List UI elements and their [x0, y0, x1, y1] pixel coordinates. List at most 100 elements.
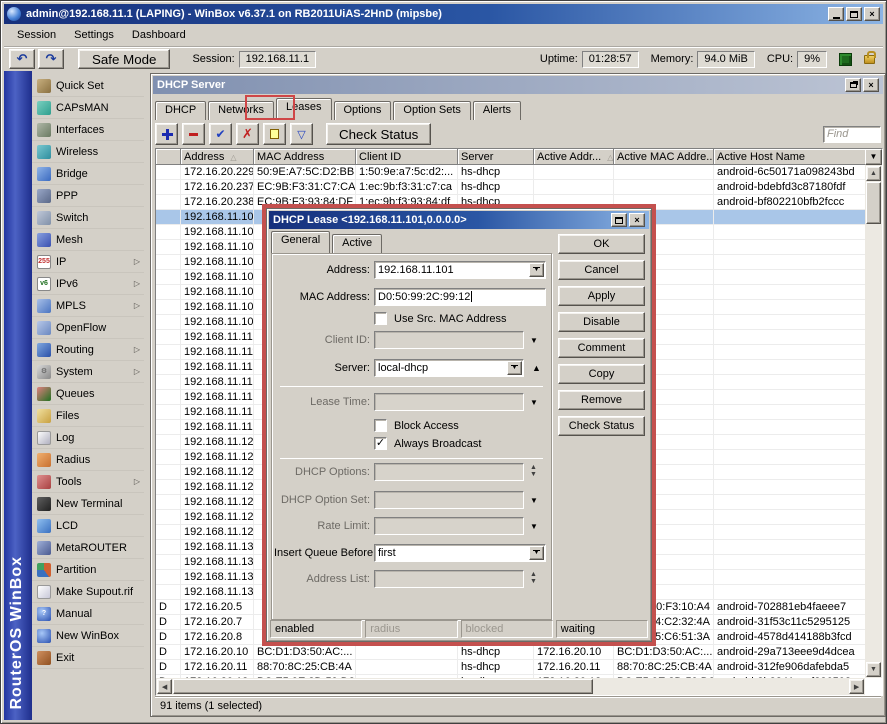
scroll-left-button[interactable]: ◀	[157, 679, 172, 694]
dialog-titlebar[interactable]: DHCP Lease <192.168.11.101,0.0.0.0> ×	[269, 211, 649, 229]
sidebar-item-ppp[interactable]: PPP	[32, 185, 144, 207]
minimize-button[interactable]	[828, 7, 844, 21]
column-header-active-addr[interactable]: Active Addr...△	[534, 149, 614, 165]
spinner-arrows-icon[interactable]: ▲▼	[530, 464, 537, 478]
menu-session[interactable]: Session	[8, 27, 65, 43]
column-picker-button[interactable]: ▼	[865, 149, 882, 165]
sidebar-item-new-winbox[interactable]: New WinBox	[32, 625, 144, 647]
dropdown-arrow-icon[interactable]: ▼	[530, 496, 538, 505]
maximize-button[interactable]	[846, 7, 862, 21]
table-row[interactable]: D172.16.20.10BC:D1:D3:50:AC:...hs-dhcp17…	[156, 645, 865, 660]
horizontal-scroll-thumb[interactable]	[173, 679, 593, 694]
check-status-toolbar-button[interactable]: Check Status	[326, 123, 431, 145]
sidebar-item-ipv6[interactable]: v6IPv6▷	[32, 273, 144, 295]
sidebar-item-queues[interactable]: Queues	[32, 383, 144, 405]
dialog-tab-general[interactable]: General	[271, 231, 330, 253]
sidebar-item-exit[interactable]: Exit	[32, 647, 144, 669]
table-row[interactable]: D172.16.20.1188:70:8C:25:CB:4Ahs-dhcp172…	[156, 660, 865, 675]
tab-options[interactable]: Options	[334, 101, 392, 120]
sidebar-item-ip[interactable]: 255IP▷	[32, 251, 144, 273]
sidebar-item-system[interactable]: ⚙System▷	[32, 361, 144, 383]
scroll-down-button[interactable]: ▼	[866, 662, 881, 677]
dialog-maximize-button[interactable]	[611, 213, 627, 227]
sidebar-item-tools[interactable]: Tools▷	[32, 471, 144, 493]
sidebar-item-manual[interactable]: ?Manual	[32, 603, 144, 625]
comment-button[interactable]: Comment	[558, 338, 645, 358]
column-header-address[interactable]: Address△	[181, 149, 254, 165]
address-input[interactable]: 192.168.11.101▼	[374, 261, 546, 279]
sidebar-item-bridge[interactable]: Bridge	[32, 163, 144, 185]
dropdown-arrow-icon[interactable]: ▼	[530, 522, 538, 531]
enable-button[interactable]: ✔	[209, 123, 232, 145]
insert-queue-before-input[interactable]: first▼	[374, 544, 546, 562]
menu-settings[interactable]: Settings	[65, 27, 123, 43]
up-arrow-button[interactable]: ▲	[532, 363, 541, 373]
spinner-arrows-icon[interactable]: ▲▼	[530, 571, 537, 585]
column-header-mac-address[interactable]: MAC Address	[254, 149, 356, 165]
dropdown-arrow-icon[interactable]: ▼	[530, 336, 538, 345]
sidebar-item-mpls[interactable]: MPLS▷	[32, 295, 144, 317]
horizontal-scrollbar[interactable]: ◀ ▶	[156, 678, 865, 695]
sidebar-item-switch[interactable]: Switch	[32, 207, 144, 229]
sidebar-item-log[interactable]: Log	[32, 427, 144, 449]
tab-dhcp[interactable]: DHCP	[155, 101, 206, 120]
scroll-right-button[interactable]: ▶	[849, 679, 864, 694]
sidebar-item-quick-set[interactable]: Quick Set	[32, 75, 144, 97]
comment-button[interactable]	[263, 123, 286, 145]
sidebar-item-routing[interactable]: Routing▷	[32, 339, 144, 361]
sidebar-item-make-supout-rif[interactable]: Make Supout.rif	[32, 581, 144, 603]
filter-button[interactable]: ▽	[290, 123, 313, 145]
sidebar-item-lcd[interactable]: LCD	[32, 515, 144, 537]
apply-button[interactable]: Apply	[558, 286, 645, 306]
table-row[interactable]: 172.16.20.237EC:9B:F3:31:C7:CA1:ec:9b:f3…	[156, 180, 865, 195]
redo-button[interactable]: ↷	[38, 49, 64, 69]
sidebar-item-new-terminal[interactable]: New Terminal	[32, 493, 144, 515]
dropdown-arrow-icon[interactable]: ▼	[530, 398, 538, 407]
sidebar-item-mesh[interactable]: Mesh	[32, 229, 144, 251]
sidebar-item-interfaces[interactable]: Interfaces	[32, 119, 144, 141]
sidebar-item-metarouter[interactable]: MetaROUTER	[32, 537, 144, 559]
column-header-active-mac-addre[interactable]: Active MAC Addre...	[614, 149, 714, 165]
add-button[interactable]	[155, 123, 178, 145]
server-input[interactable]: local-dhcp▼	[374, 359, 524, 377]
dropdown-button[interactable]: ▼	[529, 546, 544, 560]
column-header-active-host-name[interactable]: Active Host Name	[714, 149, 865, 165]
sidebar-item-files[interactable]: Files	[32, 405, 144, 427]
tab-leases[interactable]: Leases	[276, 98, 331, 120]
sidebar-item-wireless[interactable]: Wireless	[32, 141, 144, 163]
menu-dashboard[interactable]: Dashboard	[123, 27, 195, 43]
dhcp-window-titlebar[interactable]: DHCP Server ×	[153, 76, 883, 94]
remove-button[interactable]	[182, 123, 205, 145]
remove-button[interactable]: Remove	[558, 390, 645, 410]
disable-button[interactable]: ✗	[236, 123, 259, 145]
dropdown-button[interactable]: ▼	[529, 263, 544, 277]
sidebar-item-radius[interactable]: Radius	[32, 449, 144, 471]
sidebar-item-partition[interactable]: Partition	[32, 559, 144, 581]
column-header-flag[interactable]	[156, 149, 181, 165]
dialog-close-button[interactable]: ×	[629, 213, 645, 227]
mac-address-input[interactable]: D0:50:99:2C:99:12	[374, 288, 546, 306]
tab-option-sets[interactable]: Option Sets	[393, 101, 470, 120]
tab-alerts[interactable]: Alerts	[473, 101, 521, 120]
always-broadcast-checkbox[interactable]: ✓	[374, 437, 387, 450]
check-status-button[interactable]: Check Status	[558, 416, 645, 436]
block-access-checkbox[interactable]	[374, 419, 387, 432]
sidebar-item-openflow[interactable]: OpenFlow	[32, 317, 144, 339]
sidebar-item-capsman[interactable]: CAPsMAN	[32, 97, 144, 119]
table-row[interactable]: 172.16.20.22950:9E:A7:5C:D2:BB1:50:9e:a7…	[156, 165, 865, 180]
column-header-client-id[interactable]: Client ID	[356, 149, 458, 165]
use-src-mac-address-checkbox[interactable]	[374, 312, 387, 325]
undo-button[interactable]: ↶	[9, 49, 35, 69]
dropdown-button[interactable]: ▼	[507, 361, 522, 375]
cancel-button[interactable]: Cancel	[558, 260, 645, 280]
safe-mode-button[interactable]: Safe Mode	[78, 49, 170, 69]
ok-button[interactable]: OK	[558, 234, 645, 254]
tab-networks[interactable]: Networks	[208, 101, 274, 120]
vertical-scrollbar[interactable]: ▲ ▼	[865, 165, 882, 678]
find-input[interactable]	[823, 126, 881, 143]
dhcp-restore-button[interactable]	[845, 78, 861, 92]
close-button[interactable]: ×	[864, 7, 880, 21]
dhcp-close-button[interactable]: ×	[863, 78, 879, 92]
column-header-server[interactable]: Server	[458, 149, 534, 165]
scroll-up-button[interactable]: ▲	[866, 166, 881, 181]
